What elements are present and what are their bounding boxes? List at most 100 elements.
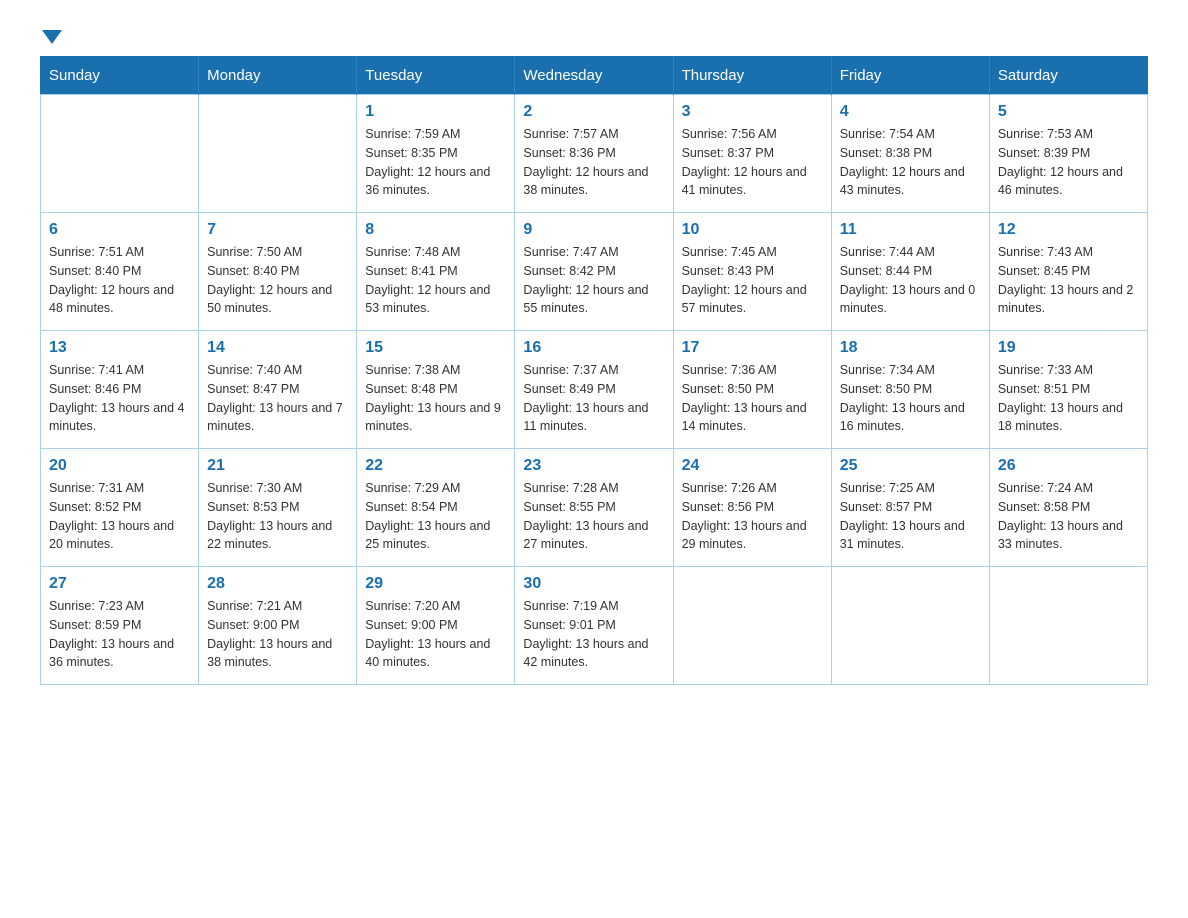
calendar-week-row: 1 Sunrise: 7:59 AMSunset: 8:35 PMDaylight…: [41, 95, 1148, 213]
day-number: 8: [365, 221, 506, 239]
day-info: Sunrise: 7:20 AMSunset: 9:00 PMDaylight:…: [365, 597, 506, 672]
calendar-cell: 3 Sunrise: 7:56 AMSunset: 8:37 PMDaylight…: [673, 95, 831, 213]
calendar-week-row: 20 Sunrise: 7:31 AMSunset: 8:52 PMDayligh…: [41, 449, 1148, 567]
calendar-cell: 29 Sunrise: 7:20 AMSunset: 9:00 PMDayligh…: [357, 567, 515, 685]
calendar-cell: 12 Sunrise: 7:43 AMSunset: 8:45 PMDayligh…: [989, 213, 1147, 331]
day-info: Sunrise: 7:24 AMSunset: 8:58 PMDaylight:…: [998, 479, 1139, 554]
calendar-cell: [673, 567, 831, 685]
calendar-cell: 16 Sunrise: 7:37 AMSunset: 8:49 PMDayligh…: [515, 331, 673, 449]
day-info: Sunrise: 7:48 AMSunset: 8:41 PMDaylight:…: [365, 243, 506, 318]
calendar-cell: 5 Sunrise: 7:53 AMSunset: 8:39 PMDaylight…: [989, 95, 1147, 213]
day-info: Sunrise: 7:21 AMSunset: 9:00 PMDaylight:…: [207, 597, 348, 672]
day-info: Sunrise: 7:36 AMSunset: 8:50 PMDaylight:…: [682, 361, 823, 436]
day-info: Sunrise: 7:33 AMSunset: 8:51 PMDaylight:…: [998, 361, 1139, 436]
calendar-cell: 8 Sunrise: 7:48 AMSunset: 8:41 PMDaylight…: [357, 213, 515, 331]
day-number: 25: [840, 457, 981, 475]
day-number: 5: [998, 103, 1139, 121]
calendar-week-row: 13 Sunrise: 7:41 AMSunset: 8:46 PMDayligh…: [41, 331, 1148, 449]
day-number: 17: [682, 339, 823, 357]
day-number: 14: [207, 339, 348, 357]
day-header-wednesday: Wednesday: [515, 57, 673, 95]
calendar-cell: 6 Sunrise: 7:51 AMSunset: 8:40 PMDaylight…: [41, 213, 199, 331]
day-info: Sunrise: 7:51 AMSunset: 8:40 PMDaylight:…: [49, 243, 190, 318]
day-info: Sunrise: 7:19 AMSunset: 9:01 PMDaylight:…: [523, 597, 664, 672]
calendar-week-row: 27 Sunrise: 7:23 AMSunset: 8:59 PMDayligh…: [41, 567, 1148, 685]
day-info: Sunrise: 7:31 AMSunset: 8:52 PMDaylight:…: [49, 479, 190, 554]
day-info: Sunrise: 7:43 AMSunset: 8:45 PMDaylight:…: [998, 243, 1139, 318]
day-number: 18: [840, 339, 981, 357]
day-info: Sunrise: 7:40 AMSunset: 8:47 PMDaylight:…: [207, 361, 348, 436]
day-number: 6: [49, 221, 190, 239]
day-number: 3: [682, 103, 823, 121]
calendar-cell: 1 Sunrise: 7:59 AMSunset: 8:35 PMDaylight…: [357, 95, 515, 213]
day-number: 28: [207, 575, 348, 593]
day-info: Sunrise: 7:28 AMSunset: 8:55 PMDaylight:…: [523, 479, 664, 554]
day-number: 27: [49, 575, 190, 593]
day-number: 30: [523, 575, 664, 593]
day-header-friday: Friday: [831, 57, 989, 95]
day-header-saturday: Saturday: [989, 57, 1147, 95]
day-number: 19: [998, 339, 1139, 357]
day-info: Sunrise: 7:59 AMSunset: 8:35 PMDaylight:…: [365, 125, 506, 200]
calendar-cell: 21Sunrise: 7:30 AMSunset: 8:53 PMDayligh…: [199, 449, 357, 567]
day-number: 20: [49, 457, 190, 475]
day-number: 13: [49, 339, 190, 357]
calendar-cell: 22 Sunrise: 7:29 AMSunset: 8:54 PMDayligh…: [357, 449, 515, 567]
day-number: 9: [523, 221, 664, 239]
calendar-cell: 11Sunrise: 7:44 AMSunset: 8:44 PMDayligh…: [831, 213, 989, 331]
day-info: Sunrise: 7:34 AMSunset: 8:50 PMDaylight:…: [840, 361, 981, 436]
day-info: Sunrise: 7:54 AMSunset: 8:38 PMDaylight:…: [840, 125, 981, 200]
day-info: Sunrise: 7:37 AMSunset: 8:49 PMDaylight:…: [523, 361, 664, 436]
calendar-cell: 17 Sunrise: 7:36 AMSunset: 8:50 PMDayligh…: [673, 331, 831, 449]
calendar-cell: 7 Sunrise: 7:50 AMSunset: 8:40 PMDaylight…: [199, 213, 357, 331]
day-info: Sunrise: 7:45 AMSunset: 8:43 PMDaylight:…: [682, 243, 823, 318]
calendar-cell: 23 Sunrise: 7:28 AMSunset: 8:55 PMDayligh…: [515, 449, 673, 567]
day-info: Sunrise: 7:50 AMSunset: 8:40 PMDaylight:…: [207, 243, 348, 318]
calendar-cell: 26 Sunrise: 7:24 AMSunset: 8:58 PMDayligh…: [989, 449, 1147, 567]
day-info: Sunrise: 7:41 AMSunset: 8:46 PMDaylight:…: [49, 361, 190, 436]
calendar-header-row: SundayMondayTuesdayWednesdayThursdayFrid…: [41, 57, 1148, 95]
calendar-cell: [41, 95, 199, 213]
day-info: Sunrise: 7:53 AMSunset: 8:39 PMDaylight:…: [998, 125, 1139, 200]
day-number: 2: [523, 103, 664, 121]
calendar-cell: 10Sunrise: 7:45 AMSunset: 8:43 PMDayligh…: [673, 213, 831, 331]
day-number: 4: [840, 103, 981, 121]
day-number: 1: [365, 103, 506, 121]
calendar-cell: 9 Sunrise: 7:47 AMSunset: 8:42 PMDaylight…: [515, 213, 673, 331]
calendar-cell: 2 Sunrise: 7:57 AMSunset: 8:36 PMDaylight…: [515, 95, 673, 213]
logo-triangle-icon: [42, 30, 62, 44]
calendar-cell: 30 Sunrise: 7:19 AMSunset: 9:01 PMDayligh…: [515, 567, 673, 685]
calendar-cell: [199, 95, 357, 213]
calendar-cell: [831, 567, 989, 685]
day-info: Sunrise: 7:23 AMSunset: 8:59 PMDaylight:…: [49, 597, 190, 672]
calendar-week-row: 6 Sunrise: 7:51 AMSunset: 8:40 PMDaylight…: [41, 213, 1148, 331]
day-info: Sunrise: 7:30 AMSunset: 8:53 PMDaylight:…: [207, 479, 348, 554]
day-info: Sunrise: 7:56 AMSunset: 8:37 PMDaylight:…: [682, 125, 823, 200]
day-info: Sunrise: 7:29 AMSunset: 8:54 PMDaylight:…: [365, 479, 506, 554]
day-number: 29: [365, 575, 506, 593]
calendar-cell: 20 Sunrise: 7:31 AMSunset: 8:52 PMDayligh…: [41, 449, 199, 567]
day-number: 11: [840, 221, 981, 239]
calendar-table: SundayMondayTuesdayWednesdayThursdayFrid…: [40, 56, 1148, 685]
page-header: [40, 30, 1148, 36]
day-number: 7: [207, 221, 348, 239]
calendar-cell: 19 Sunrise: 7:33 AMSunset: 8:51 PMDayligh…: [989, 331, 1147, 449]
calendar-cell: 4 Sunrise: 7:54 AMSunset: 8:38 PMDaylight…: [831, 95, 989, 213]
day-header-tuesday: Tuesday: [357, 57, 515, 95]
day-info: Sunrise: 7:38 AMSunset: 8:48 PMDaylight:…: [365, 361, 506, 436]
day-info: Sunrise: 7:57 AMSunset: 8:36 PMDaylight:…: [523, 125, 664, 200]
day-info: Sunrise: 7:47 AMSunset: 8:42 PMDaylight:…: [523, 243, 664, 318]
logo: [40, 30, 62, 36]
calendar-cell: 25Sunrise: 7:25 AMSunset: 8:57 PMDayligh…: [831, 449, 989, 567]
day-number: 23: [523, 457, 664, 475]
day-header-monday: Monday: [199, 57, 357, 95]
day-header-sunday: Sunday: [41, 57, 199, 95]
calendar-cell: 28 Sunrise: 7:21 AMSunset: 9:00 PMDayligh…: [199, 567, 357, 685]
calendar-cell: 27 Sunrise: 7:23 AMSunset: 8:59 PMDayligh…: [41, 567, 199, 685]
day-number: 22: [365, 457, 506, 475]
calendar-cell: 18 Sunrise: 7:34 AMSunset: 8:50 PMDayligh…: [831, 331, 989, 449]
day-number: 26: [998, 457, 1139, 475]
day-info: Sunrise: 7:26 AMSunset: 8:56 PMDaylight:…: [682, 479, 823, 554]
day-number: 16: [523, 339, 664, 357]
day-number: 12: [998, 221, 1139, 239]
